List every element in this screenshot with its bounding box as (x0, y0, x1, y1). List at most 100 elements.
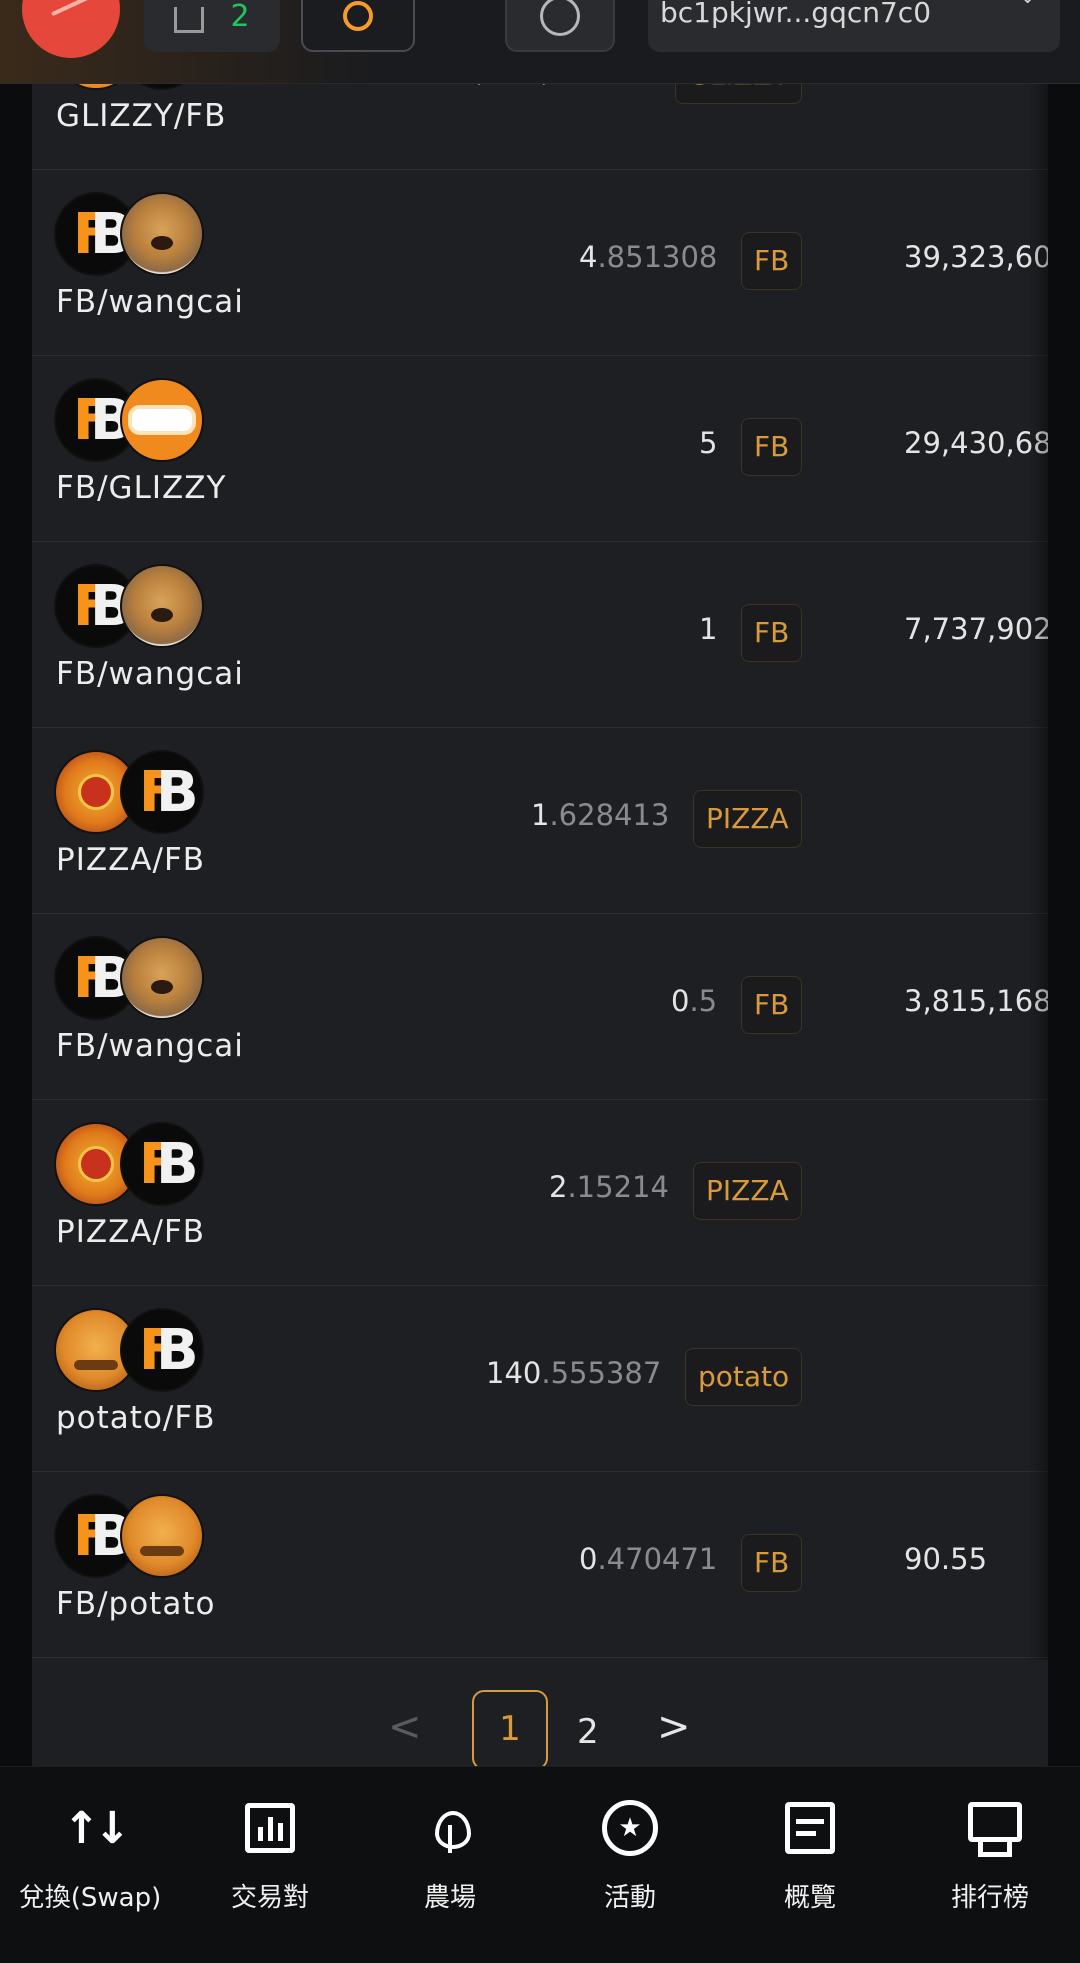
nav-farm[interactable]: 農場 (360, 1797, 540, 1914)
amount-decimal: .851308 (597, 240, 718, 274)
nav-swap[interactable]: 兌換(Swap) (0, 1797, 180, 1914)
trophy-icon (962, 1800, 1022, 1857)
star-icon: ★ (602, 1800, 658, 1856)
nav-leaderboard-label: 排行榜 (950, 1883, 1029, 1913)
pool-button[interactable]: 2 (144, 0, 280, 52)
wallet-button[interactable]: bc1pkjwr...gqcn7c0 ⌄ (648, 0, 1060, 52)
amount-value: 4.851308 (579, 240, 717, 274)
pool-icon (174, 7, 205, 33)
table-row[interactable]: FB/wangcai FB 0.5 3,815,168 (32, 914, 1048, 1100)
search-button[interactable] (301, 0, 415, 52)
amount-value: 140.555387 (486, 1356, 661, 1390)
amount-decimal: .628413 (549, 798, 670, 832)
prev-page-button[interactable]: < (388, 1704, 422, 1750)
table-row[interactable]: PIZZA/FB PIZZA 2.15214 (32, 1100, 1048, 1286)
pair-name: FB/potato (56, 1586, 216, 1622)
token-badge: PIZZA (693, 790, 802, 848)
app-logo[interactable] (22, 0, 120, 58)
pool-value: 39,323,60 (904, 240, 1048, 274)
pair-icons (54, 84, 214, 92)
amount-value: 1 (699, 612, 717, 646)
amount-value: 2.15214 (549, 1170, 669, 1204)
amount-decimal: .45 (605, 84, 651, 88)
nav-farm-label: 農場 (423, 1883, 476, 1913)
amount-decimal: .555387 (541, 1356, 662, 1390)
table-row[interactable]: FB/GLIZZY FB 5 29,430,68 (32, 356, 1048, 542)
farm-icon (425, 1801, 475, 1855)
fb-token-icon (120, 1122, 204, 1206)
amount-value: 1.628413 (531, 798, 669, 832)
pair-icons (54, 378, 214, 464)
swap-icon (63, 1803, 117, 1853)
pair-icons (54, 192, 214, 278)
fb-token-icon (120, 750, 204, 834)
nav-events-label: 活動 (603, 1883, 656, 1913)
amount-value: 0.470471 (579, 1542, 717, 1576)
page-2-button[interactable]: 2 (577, 1712, 599, 1752)
amount-integer: 2 (549, 1170, 568, 1204)
nav-pairs[interactable]: 交易對 (180, 1797, 360, 1914)
amount-integer: 0 (671, 984, 690, 1018)
pair-name: PIZZA/FB (56, 1214, 206, 1250)
top-bar: 2 bc1pkjwr...gqcn7c0 ⌄ (0, 0, 1080, 84)
pool-value: 7,737,902 (904, 612, 1048, 646)
pool-count: 2 (230, 0, 250, 34)
table-row[interactable]: FB/wangcai FB 1 7,737,902 (32, 542, 1048, 728)
bottom-nav: 兌換(Swap) 交易對 農場 ★ 活動 概覽 排行榜 (0, 1766, 1080, 1963)
table-row[interactable]: PIZZA/FB PIZZA 1.628413 (32, 728, 1048, 914)
pair-icons (54, 1308, 214, 1394)
amount-decimal: .15214 (567, 1170, 669, 1204)
chevron-down-icon: ⌄ (1019, 0, 1036, 8)
globe-icon (540, 0, 580, 36)
glizzy-token-icon (54, 84, 138, 90)
pair-icons (54, 936, 214, 1022)
pair-icons (54, 1494, 214, 1580)
search-icon (343, 1, 373, 31)
page-1-button[interactable]: 1 (472, 1690, 548, 1770)
amount-decimal: .470471 (597, 1542, 718, 1576)
scroll-shadow (1028, 84, 1048, 1660)
chart-icon (245, 1803, 295, 1853)
pair-name: PIZZA/FB (56, 842, 206, 878)
token-badge: potato (685, 1348, 803, 1406)
amount-integer: 5 (699, 426, 718, 460)
table-row[interactable]: FB/wangcai FB 4.851308 39,323,60 (32, 170, 1048, 356)
nav-swap-label: 兌換(Swap) (18, 1883, 162, 1913)
amount-value: 29,430,685.45 (439, 84, 651, 88)
amount-integer: 0 (579, 1542, 598, 1576)
token-badge: FB (741, 976, 803, 1034)
fb-token-icon (120, 84, 204, 90)
next-page-button[interactable]: > (657, 1704, 691, 1750)
dog-token-icon (120, 564, 204, 648)
pool-value: 90.55 (904, 1542, 988, 1576)
language-button[interactable] (505, 0, 615, 52)
potato-token-icon (120, 1494, 204, 1578)
dog-token-icon (120, 192, 204, 276)
table-row[interactable]: FB/potato FB 0.470471 90.55 (32, 1472, 1048, 1658)
amount-integer: 4 (579, 240, 598, 274)
table-row[interactable]: potato/FB potato 140.555387 (32, 1286, 1048, 1472)
amount-integer: 140 (486, 1356, 542, 1390)
amount-integer: 29,430,685 (439, 84, 605, 88)
amount-value: 5 (699, 426, 717, 460)
nav-overview-label: 概覽 (783, 1883, 836, 1913)
pair-icons (54, 750, 214, 836)
amount-integer: 1 (699, 612, 718, 646)
table-row[interactable]: GLIZZY/FB GLIZZY 29,430,685.45 (32, 84, 1048, 170)
pair-name: GLIZZY/FB (56, 98, 227, 134)
nav-overview[interactable]: 概覽 (720, 1797, 900, 1914)
nav-leaderboard[interactable]: 排行榜 (900, 1797, 1080, 1914)
token-badge: FB (741, 232, 803, 290)
fb-token-icon (120, 1308, 204, 1392)
pair-icons (54, 564, 214, 650)
pagination: < 1 2 > (32, 1690, 1048, 1770)
wallet-address: bc1pkjwr...gqcn7c0 (660, 0, 932, 29)
token-badge: FB (741, 604, 803, 662)
pair-name: FB/wangcai (56, 656, 244, 692)
pool-value: 3,815,168 (904, 984, 1048, 1018)
pair-name: FB/wangcai (56, 1028, 244, 1064)
token-badge: FB (741, 1534, 803, 1592)
dog-token-icon (120, 936, 204, 1020)
nav-events[interactable]: ★ 活動 (540, 1797, 720, 1914)
amount-decimal: .5 (689, 984, 718, 1018)
